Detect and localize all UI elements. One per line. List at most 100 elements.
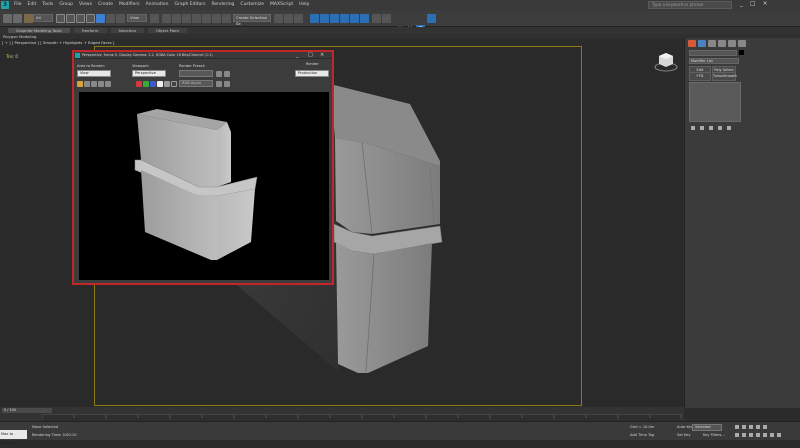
menu-item[interactable]: Group (59, 2, 73, 7)
menu-item[interactable]: Edit (28, 2, 37, 7)
curve-editor-icon[interactable] (340, 14, 349, 23)
rotate-icon[interactable] (106, 14, 115, 23)
maximize-button[interactable]: □ (750, 0, 756, 7)
copy-image-icon[interactable] (84, 81, 90, 87)
menu-item[interactable]: Animation (146, 2, 169, 7)
pan-view-icon[interactable] (763, 433, 767, 437)
rectangular-selection-icon[interactable] (76, 14, 85, 23)
link-icon[interactable] (24, 14, 33, 23)
minimize-button[interactable]: _ (740, 0, 743, 7)
menu-item[interactable]: Views (79, 2, 92, 7)
render-output-canvas[interactable] (79, 92, 329, 280)
clone-window-icon[interactable] (91, 81, 97, 87)
maxscript-listener[interactable]: Max to Physics (0, 430, 27, 445)
area-to-render-dropdown[interactable]: View (77, 70, 111, 77)
render-mode-dropdown[interactable]: Production (295, 70, 329, 77)
mirror-icon[interactable] (274, 14, 283, 23)
object-color-swatch[interactable] (739, 50, 744, 55)
clear-color-icon[interactable] (171, 81, 177, 87)
rendered-frame-window[interactable]: Perspective, frame 0, Display Gamma: 2.2… (72, 50, 334, 285)
scale-icon[interactable] (116, 14, 125, 23)
selection-filter-dropdown[interactable]: All (33, 14, 53, 22)
tab-object-paint[interactable]: Object Paint (148, 28, 187, 33)
display-tab-icon[interactable] (728, 40, 736, 47)
material-editor-icon[interactable] (360, 14, 369, 23)
edit-named-selection-icon[interactable] (222, 14, 231, 23)
render-close-button[interactable]: × (320, 52, 324, 58)
tab-graphite-modeling-tools[interactable]: Graphite Modeling Tools (8, 28, 70, 33)
render-setup-icon[interactable] (216, 71, 222, 77)
ffd-button[interactable]: FFD (689, 72, 711, 81)
render-setup-icon[interactable] (372, 14, 381, 23)
snaps-toggle-icon[interactable] (182, 14, 191, 23)
render-window-titlebar[interactable]: Perspective, frame 0, Display Gamma: 2.2… (74, 52, 332, 59)
modify-tab-icon[interactable] (698, 40, 706, 47)
viewport-select-dropdown[interactable]: Perspective (132, 70, 166, 77)
toggle-scene-explorer-icon[interactable] (310, 14, 319, 23)
menu-item[interactable]: MAXScript (270, 2, 293, 7)
close-button[interactable]: × (763, 0, 768, 7)
make-unique-icon[interactable] (709, 126, 713, 130)
maximize-viewport-icon[interactable] (777, 433, 781, 437)
menu-item[interactable]: Modifiers (119, 2, 140, 7)
app-logo[interactable]: 3 (1, 1, 9, 9)
hierarchy-tab-icon[interactable] (708, 40, 716, 47)
go-to-end-icon[interactable] (763, 425, 767, 429)
zoom-all-icon[interactable] (742, 433, 746, 437)
toggle-ui-icon[interactable] (224, 81, 230, 87)
rendered-frame-window-icon[interactable] (382, 14, 391, 23)
green-channel-icon[interactable] (143, 81, 149, 87)
menu-item[interactable]: Create (98, 2, 113, 7)
menu-item[interactable]: Customize (240, 2, 264, 7)
undo-icon[interactable] (3, 14, 12, 23)
clear-icon[interactable] (105, 81, 111, 87)
percent-snap-icon[interactable] (202, 14, 211, 23)
viewport-label[interactable]: [ + ] [ Perspective ] [ Smooth + Highlig… (2, 40, 114, 45)
print-image-icon[interactable] (98, 81, 104, 87)
render-minimize-button[interactable]: _ (296, 52, 299, 58)
schematic-view-icon[interactable] (350, 14, 359, 23)
select-manipulate-icon[interactable] (162, 14, 171, 23)
field-of-view-icon[interactable] (756, 433, 760, 437)
select-object-icon[interactable] (56, 14, 65, 23)
pivot-icon[interactable] (150, 14, 159, 23)
toggle-layer-explorer-icon[interactable] (320, 14, 329, 23)
render-preset-dropdown[interactable] (179, 70, 213, 77)
reference-coordinate-dropdown[interactable]: View (127, 14, 147, 22)
axis-constraint-icon[interactable] (427, 14, 436, 23)
select-by-name-icon[interactable] (66, 14, 75, 23)
tab-selection[interactable]: Selection (110, 28, 144, 33)
time-slider[interactable]: 0 / 100 (2, 408, 52, 413)
previous-frame-icon[interactable] (742, 425, 746, 429)
utilities-tab-icon[interactable] (738, 40, 746, 47)
modifier-stack[interactable] (689, 82, 741, 122)
move-icon[interactable] (96, 14, 105, 23)
search-input[interactable]: Type a keyword or phrase (648, 1, 732, 9)
ribbon-toggle-icon[interactable] (330, 14, 339, 23)
zoom-extents-icon[interactable] (749, 433, 753, 437)
key-mode-dropdown[interactable]: Selected (692, 424, 722, 431)
redo-icon[interactable] (13, 14, 22, 23)
ribbon-panel-label[interactable]: Polygon Modeling (3, 34, 36, 39)
named-selection-dropdown[interactable]: Create Selection Se (233, 14, 271, 26)
menu-item[interactable]: Graph Editors (175, 2, 206, 7)
menu-item[interactable]: Help (299, 2, 309, 7)
next-frame-icon[interactable] (756, 425, 760, 429)
environment-effects-icon[interactable] (224, 71, 230, 77)
track-bar[interactable] (41, 414, 682, 421)
blue-channel-icon[interactable] (150, 81, 156, 87)
object-name-field[interactable] (689, 50, 737, 56)
orbit-icon[interactable] (770, 433, 774, 437)
modifier-list-dropdown[interactable]: Modifier List (689, 58, 739, 64)
zoom-icon[interactable] (735, 433, 739, 437)
spinner-snap-icon[interactable] (212, 14, 221, 23)
show-end-result-icon[interactable] (700, 126, 704, 130)
viewcube-icon[interactable] (654, 50, 678, 72)
add-time-tag-button[interactable]: Add Time Tag (630, 433, 654, 437)
monochrome-icon[interactable] (164, 81, 170, 87)
menu-item[interactable]: File (14, 2, 22, 7)
key-filters-button[interactable]: Key Filters... (703, 433, 725, 437)
render-maximize-button[interactable]: □ (308, 52, 313, 58)
tab-freeform[interactable]: Freeform (73, 28, 107, 33)
go-to-start-icon[interactable] (735, 425, 739, 429)
